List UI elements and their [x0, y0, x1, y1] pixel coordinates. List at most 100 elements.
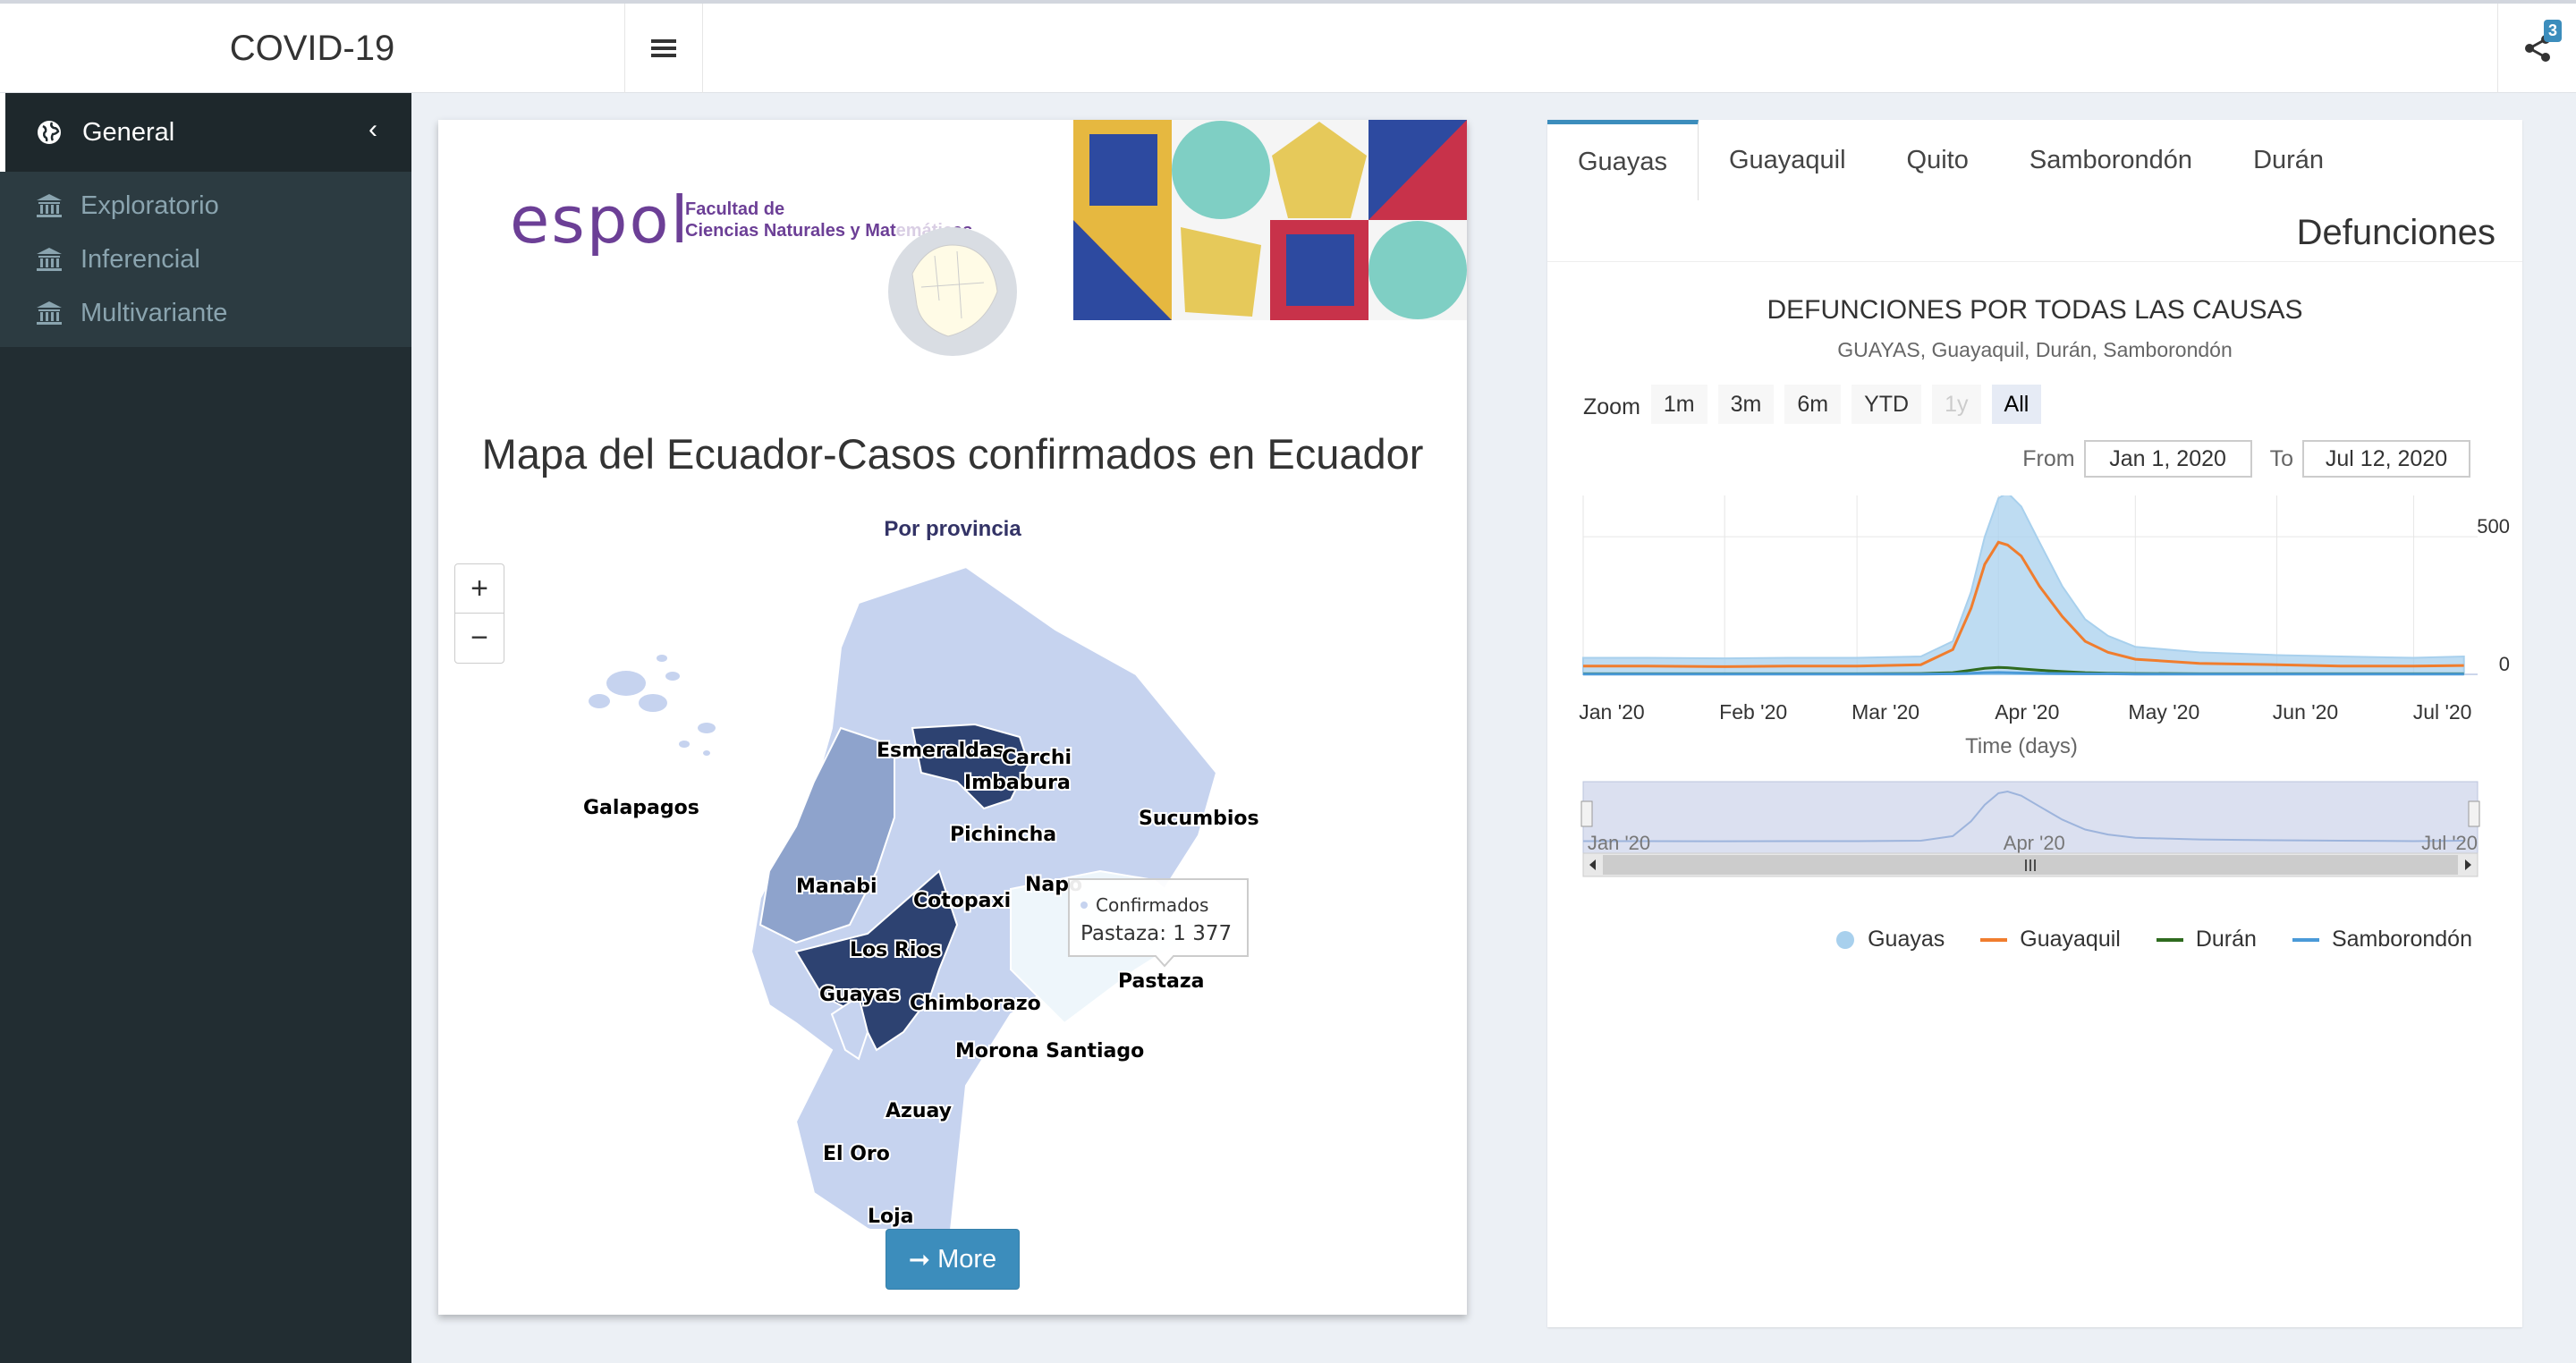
ecuador-globe-image [888, 227, 1017, 356]
sidebar-section-label: General [82, 117, 175, 147]
province-label: Chimborazo [910, 993, 1041, 1015]
navigator-label: Jul '20 [2421, 832, 2478, 854]
from-date-input[interactable]: Jan 1, 2020 [2083, 440, 2252, 478]
espol-logo: espol [510, 182, 691, 258]
chevron-left-icon[interactable]: ‹ [369, 114, 377, 145]
decorative-mosaic-image [1073, 120, 1467, 320]
x-axis-title: Time (days) [1965, 734, 2078, 758]
tab-guayas[interactable]: Guayas [1547, 120, 1699, 200]
divider [1547, 261, 2522, 262]
tab-samborondon[interactable]: Samborondón [1999, 120, 2223, 200]
map-panel: espol Facultad de Ciencias Naturales y M… [438, 120, 1467, 1315]
zoom-label: Zoom [1583, 394, 1640, 419]
institution-icon [37, 301, 62, 325]
province-galapagos [589, 655, 716, 756]
province-label: Morona Santiago [955, 1040, 1144, 1062]
province-label: Guayas [819, 984, 900, 1006]
menu-toggle-button[interactable] [624, 4, 703, 93]
range-selector: Zoom 1m 3m 6m YTD 1y All [1583, 385, 2052, 424]
zoom-ytd-button[interactable]: YTD [1852, 385, 1922, 424]
province-label: Carchi [1002, 747, 1072, 769]
zoom-all-button[interactable]: All [1991, 385, 2042, 424]
chart-title: DEFUNCIONES POR TODAS LAS CAUSAS [1767, 295, 2303, 325]
province-label: Loja [868, 1206, 914, 1228]
x-tick-label: Jan '20 [1579, 700, 1644, 724]
navigator-handle [2468, 800, 2480, 827]
province-label: Cotopaxi [913, 890, 1011, 912]
legend-line-icon [2292, 937, 2319, 942]
sidebar-item-label: Exploratorio [80, 190, 219, 220]
tab-duran[interactable]: Durán [2223, 120, 2354, 200]
tooltip-value: Pastaza: 1 377 [1080, 922, 1232, 945]
x-tick-label: Jul '20 [2413, 700, 2472, 724]
chart-legend: Guayas Guayaquil Durán Samborondón [1547, 927, 2522, 952]
province-label: El Oro [823, 1143, 890, 1165]
to-date-input[interactable]: Jul 12, 2020 [2302, 440, 2470, 478]
share-button[interactable]: 3 [2497, 4, 2576, 93]
province-label: Pichincha [950, 824, 1056, 846]
notification-badge: 3 [2543, 20, 2562, 42]
date-range: From Jan 1, 2020 To Jul 12, 2020 [2013, 440, 2470, 478]
sidebar-item-label: Inferencial [80, 244, 200, 274]
tab-guayaquil[interactable]: Guayaquil [1699, 120, 1877, 200]
sidebar-item-label: Multivariante [80, 298, 228, 327]
legend-item-samborondon[interactable]: Samborondón [2292, 927, 2472, 952]
province-label: Manabi [796, 876, 877, 898]
province-label: Pastaza [1118, 970, 1205, 993]
hamburger-icon [651, 39, 676, 57]
sidebar-submenu: Exploratorio Inferencial Multivariante [0, 172, 411, 347]
institution-icon [37, 194, 62, 217]
map-title: Mapa del Ecuador-Casos confirmados en Ec… [481, 430, 1424, 478]
sidebar-item-multivariante[interactable]: Multivariante [0, 286, 411, 340]
tab-bar: Guayas Guayaquil Quito Samborondón Durán [1547, 120, 2522, 200]
institution-icon [37, 248, 62, 271]
navigator-label: Jan '20 [1588, 832, 1650, 854]
top-header: COVID-19 3 [0, 0, 2576, 93]
y-tick-label: 500 [2477, 515, 2510, 538]
sidebar-item-general[interactable]: General ‹ [0, 93, 411, 172]
chart-subtitle: GUAYAS, Guayaquil, Durán, Samborondón [1837, 338, 2233, 361]
legend-line-icon [1980, 937, 2008, 942]
zoom-3m-button[interactable]: 3m [1717, 385, 1775, 424]
x-tick-label: May '20 [2128, 700, 2199, 724]
zoom-1m-button[interactable]: 1m [1650, 385, 1707, 424]
chart-panel: Guayas Guayaquil Quito Samborondón Durán… [1547, 120, 2522, 1327]
navigator-handle [1580, 800, 1593, 827]
legend-line-icon [2156, 937, 2183, 942]
app-title[interactable]: COVID-19 [0, 4, 624, 93]
province-label: Esmeraldas [877, 740, 1004, 762]
x-tick-label: Feb '20 [1719, 700, 1787, 724]
to-label: To [2269, 445, 2293, 471]
y-tick-label: 0 [2499, 653, 2510, 675]
scrollbar-grip: III [2023, 857, 2037, 875]
sidebar-item-inferencial[interactable]: Inferencial [0, 233, 411, 286]
sidebar: General ‹ Exploratorio Inferencial Multi… [0, 93, 411, 1363]
from-label: From [2022, 445, 2075, 471]
x-tick-label: Apr '20 [1995, 700, 2059, 724]
province-label: Azuay [886, 1100, 952, 1122]
navigator-label: Apr '20 [2004, 832, 2065, 854]
arrow-right-icon: ➞ [908, 1245, 931, 1274]
section-title: Defunciones [2296, 213, 2496, 252]
map-subtitle: Por provincia [884, 517, 1021, 541]
province-label: Imbabura [964, 772, 1071, 794]
x-tick-label: Jun '20 [2273, 700, 2338, 724]
globe-icon [38, 121, 61, 144]
legend-item-guayas[interactable]: Guayas [1835, 927, 1945, 952]
province-label: Sucumbios [1139, 808, 1259, 830]
province-label: Los Rios [850, 939, 942, 961]
zoom-1y-button[interactable]: 1y [1932, 385, 1981, 424]
tooltip-series: Confirmados [1096, 894, 1208, 916]
zoom-6m-button[interactable]: 6m [1784, 385, 1842, 424]
legend-item-guayaquil[interactable]: Guayaquil [1980, 927, 2121, 952]
ecuador-province-map[interactable]: Galapagos Esmeraldas Carchi Imbabura Suc… [438, 549, 1467, 1229]
province-label: Galapagos [583, 797, 699, 819]
more-button[interactable]: ➞ More [886, 1229, 1020, 1290]
map-tooltip: Confirmados Pastaza: 1 377 [1068, 878, 1249, 968]
legend-item-duran[interactable]: Durán [2156, 927, 2257, 952]
tab-quito[interactable]: Quito [1877, 120, 1999, 200]
x-tick-label: Mar '20 [1852, 700, 1919, 724]
sidebar-item-exploratorio[interactable]: Exploratorio [0, 179, 411, 233]
deaths-line-chart[interactable]: Jan '20 Feb '20 Mar '20 Apr '20 May '20 Jun '… [1547, 495, 2522, 925]
legend-dot-icon [1836, 930, 1855, 949]
